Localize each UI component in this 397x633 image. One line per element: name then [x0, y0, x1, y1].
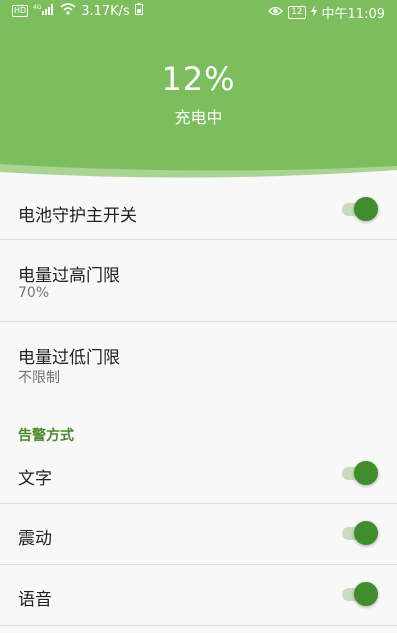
high-threshold-label: 电量过高门限 — [18, 266, 120, 286]
network-speed: 3.17K/s — [81, 3, 130, 19]
voice-alert-toggle[interactable] — [342, 580, 378, 608]
status-bar: HD 4G 3.17K/s 12 中午11:09 — [0, 0, 397, 24]
toggle-thumb — [354, 582, 378, 606]
battery-header: HD 4G 3.17K/s 12 中午11:09 12% 充电中 — [0, 0, 397, 184]
charging-status: 充电中 — [174, 108, 223, 127]
svg-text:4G: 4G — [33, 4, 42, 11]
main-switch-toggle[interactable] — [342, 195, 378, 223]
high-threshold-value: 70% — [18, 285, 50, 301]
vibration-alert-row[interactable]: 震动 — [0, 504, 397, 564]
vibration-alert-label: 震动 — [18, 529, 52, 549]
low-threshold-row[interactable]: 电量过低门限 不限制 — [0, 322, 397, 402]
clock: 中午11:09 — [321, 7, 385, 22]
hd-icon: HD — [12, 5, 29, 17]
main-switch-label: 电池守护主开关 — [18, 206, 137, 226]
voice-alert-row[interactable]: 语音 — [0, 565, 397, 625]
low-threshold-label: 电量过低门限 — [18, 348, 120, 368]
high-threshold-row[interactable]: 电量过高门限 70% — [0, 240, 397, 321]
eye-comfort-icon — [268, 5, 283, 21]
main-switch-row[interactable]: 电池守护主开关 — [0, 181, 397, 239]
text-alert-label: 文字 — [18, 469, 52, 489]
toggle-thumb — [354, 521, 378, 545]
text-alert-toggle[interactable] — [342, 459, 378, 487]
wifi-icon — [60, 3, 76, 19]
voice-alert-label: 语音 — [18, 590, 52, 610]
battery-percentage: 12% — [161, 60, 236, 98]
battery-icon: 12 — [288, 6, 306, 19]
charging-bolt-icon — [310, 4, 317, 21]
vibration-alert-toggle[interactable] — [342, 519, 378, 547]
sim-battery-icon — [134, 3, 143, 19]
low-threshold-value: 不限制 — [18, 370, 60, 386]
signal-icon: 4G — [33, 3, 55, 19]
text-alert-row[interactable]: 文字 — [0, 444, 397, 503]
toggle-thumb — [354, 197, 378, 221]
toggle-thumb — [354, 461, 378, 485]
alert-section-title: 告警方式 — [18, 428, 74, 444]
divider — [0, 625, 397, 626]
